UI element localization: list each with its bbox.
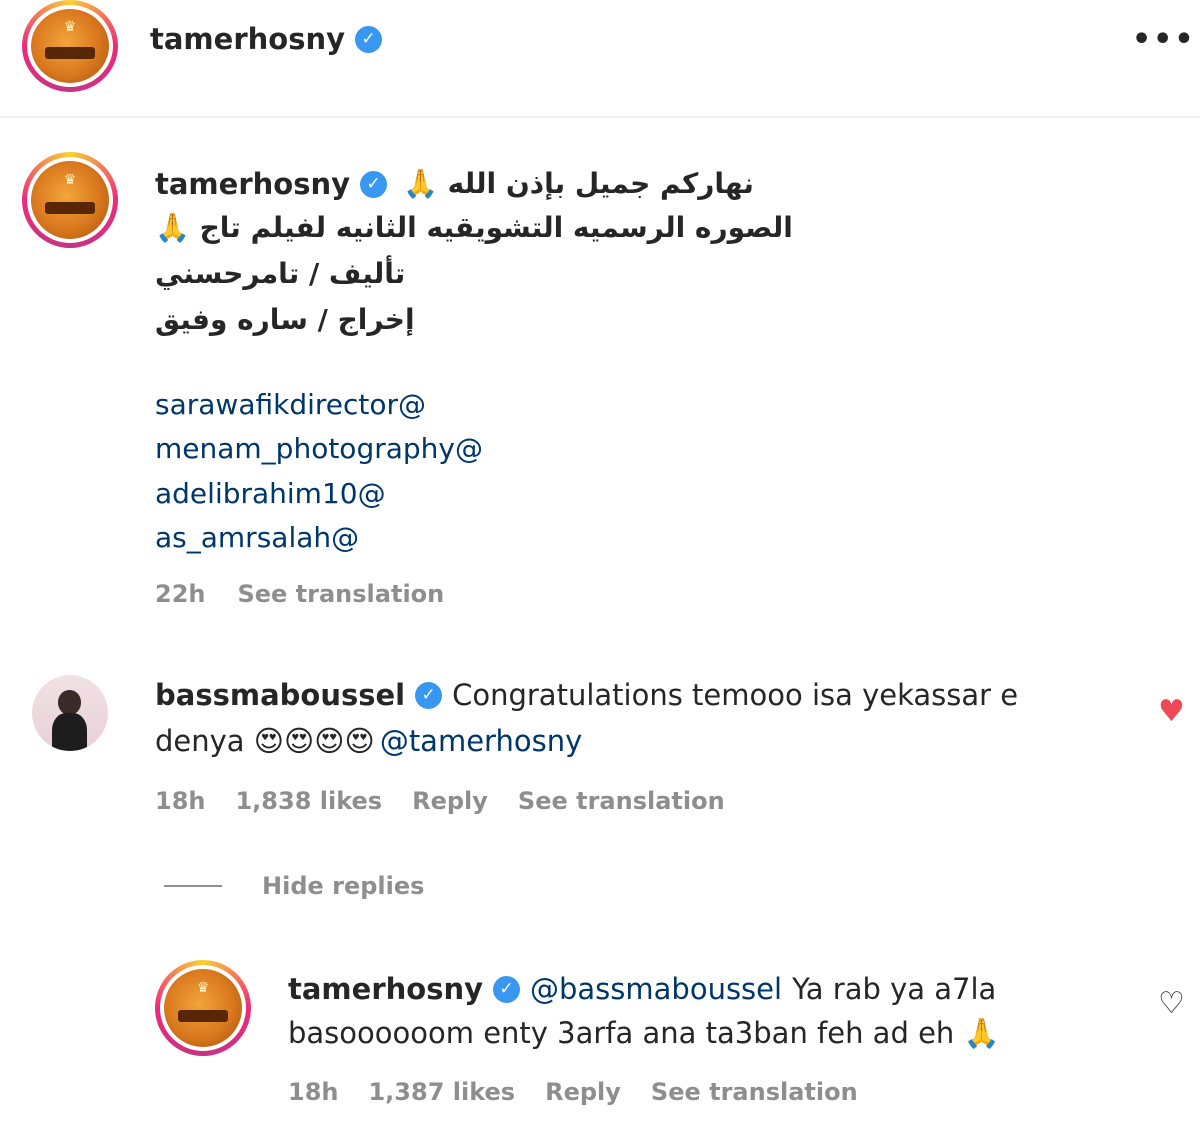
hide-replies-button[interactable]: Hide replies (262, 872, 424, 900)
see-translation-link[interactable]: See translation (518, 787, 725, 815)
verified-badge-icon: ✓ (360, 170, 387, 198)
comment-text: denya 😍😍😍😍 (155, 724, 375, 758)
tamerhosny-logo-image: ♛ (31, 9, 109, 83)
caption-line: تأليف / تامرحسني (155, 257, 406, 290)
replies-divider (164, 885, 222, 887)
mention-link[interactable]: as_amrsalah@ (155, 521, 359, 554)
reply-likes-count[interactable]: 1,387 likes (368, 1078, 515, 1106)
comment-likes-count[interactable]: 1,838 likes (235, 787, 382, 815)
reply-avatar[interactable]: ♛ (155, 960, 251, 1056)
comment-username[interactable]: bassmaboussel (155, 678, 405, 712)
header-avatar[interactable]: ♛ (22, 0, 118, 92)
caption-avatar[interactable]: ♛ (22, 152, 118, 248)
reply-mention-link[interactable]: @bassmaboussel (530, 972, 782, 1006)
reply-username[interactable]: tamerhosny (288, 972, 483, 1006)
caption-line: الصوره الرسميه التشويقيه الثانيه لفيلم ت… (155, 211, 793, 244)
header-username[interactable]: tamerhosny (150, 22, 345, 56)
verified-badge-icon: ✓ (493, 975, 520, 1003)
comment-text: Congratulations temooo isa yekassar e (452, 678, 1019, 712)
see-translation-link[interactable]: See translation (651, 1078, 858, 1106)
mention-link[interactable]: sarawafikdirector@ (155, 388, 426, 421)
caption-username[interactable]: tamerhosny (155, 167, 350, 201)
comment-mention-link[interactable]: @tamerhosny (380, 724, 582, 758)
caption-line: إخراج / ساره وفيق (155, 303, 415, 336)
more-options-icon[interactable]: ••• (1132, 22, 1196, 57)
heart-outline-icon[interactable]: ♡ (1158, 986, 1185, 1021)
bassmaboussel-avatar[interactable] (32, 675, 108, 751)
reply-text: basoooooom enty 3arfa ana ta3ban feh ad … (288, 1016, 1000, 1050)
mention-link[interactable]: menam_photography@ (155, 432, 483, 465)
caption-line: نهاركم جميل بإذن الله 🙏 (403, 167, 754, 200)
mention-link[interactable]: adelibrahim10@ (155, 477, 386, 510)
reply-timestamp[interactable]: 18h (288, 1078, 338, 1106)
verified-badge-icon: ✓ (415, 681, 443, 709)
verified-badge-icon: ✓ (355, 25, 382, 53)
reply-text: Ya rab ya a7la (792, 972, 997, 1006)
comment-timestamp[interactable]: 18h (155, 787, 205, 815)
heart-filled-icon[interactable]: ♥ (1158, 694, 1185, 729)
post-timestamp[interactable]: 22h (155, 580, 205, 608)
see-translation-link[interactable]: See translation (237, 580, 444, 608)
tamerhosny-logo-image: ♛ (164, 969, 242, 1047)
comment-reply-button[interactable]: Reply (412, 787, 488, 815)
post-header (0, 0, 1200, 118)
tamerhosny-logo-image: ♛ (31, 161, 109, 239)
reply-reply-button[interactable]: Reply (545, 1078, 621, 1106)
